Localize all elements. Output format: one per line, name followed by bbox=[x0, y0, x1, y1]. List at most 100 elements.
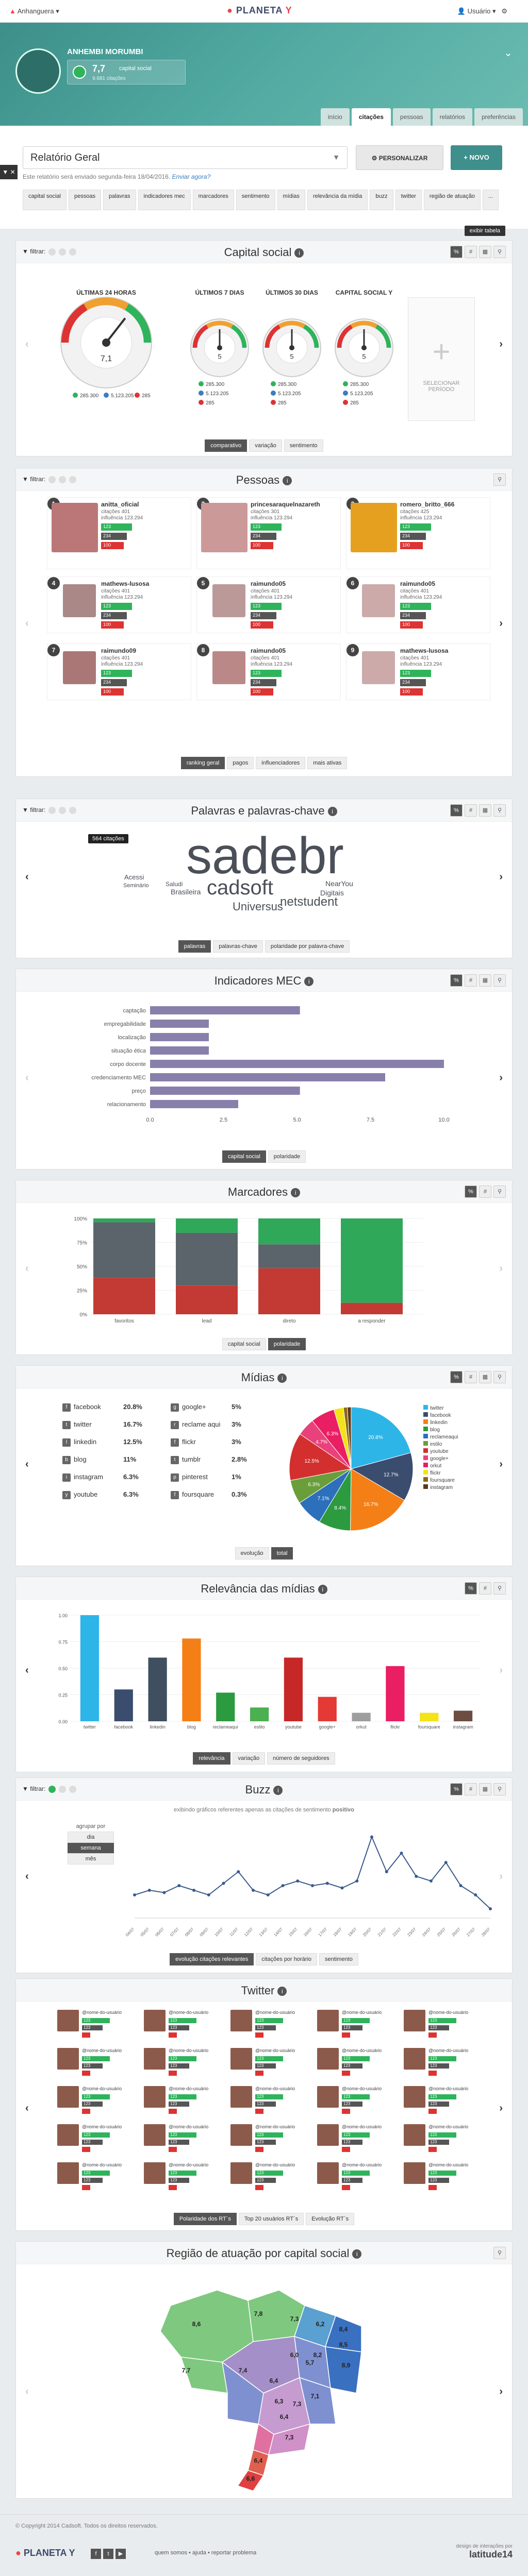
twitter-user-name[interactable]: @nome-do-usuário bbox=[428, 2124, 468, 2129]
prev-arrow-icon[interactable]: ‹ bbox=[25, 1459, 29, 1470]
person-name[interactable]: raimundo05 bbox=[251, 580, 286, 587]
next-arrow-icon[interactable]: › bbox=[499, 618, 503, 630]
twitter-user-card[interactable]: @nome-do-usuário 123 123 bbox=[144, 2162, 232, 2191]
twitter-user-card[interactable]: @nome-do-usuário 123 123 bbox=[404, 2048, 491, 2077]
info-icon[interactable]: i bbox=[277, 1374, 287, 1383]
midia-row[interactable]: b blog 11% bbox=[62, 1455, 166, 1464]
midia-row[interactable]: i instagram 6.3% bbox=[62, 1473, 166, 1482]
twitter-user-name[interactable]: @nome-do-usuário bbox=[82, 2162, 122, 2167]
settings-icon[interactable]: ⚙ bbox=[501, 7, 507, 15]
search-icon[interactable]: ⚲ bbox=[493, 1371, 506, 1383]
person-name[interactable]: raimundo05 bbox=[400, 580, 435, 587]
percent-icon[interactable]: % bbox=[450, 974, 463, 987]
midia-row[interactable]: l linkedin 12.5% bbox=[62, 1438, 166, 1447]
subtab-palavras-chave[interactable]: palavras-chave bbox=[213, 940, 263, 953]
word-seminario[interactable]: Seminário bbox=[123, 883, 149, 889]
person-card[interactable]: 1anitta_oficialcitações 401influência 12… bbox=[47, 497, 191, 569]
twitter-user-card[interactable]: @nome-do-usuário 123 123 bbox=[230, 2086, 318, 2115]
percent-icon[interactable]: % bbox=[465, 1582, 477, 1595]
grid-icon[interactable]: ▦ bbox=[479, 804, 491, 817]
footer-links[interactable]: quem somos • ajuda • reportar problema bbox=[155, 2550, 256, 2556]
next-arrow-icon[interactable]: › bbox=[499, 2103, 503, 2114]
twitter-user-name[interactable]: @nome-do-usuário bbox=[169, 2010, 208, 2015]
person-card[interactable]: 5 raimundo05 citações 401 influência 123.29… bbox=[196, 577, 341, 633]
midia-row[interactable]: f facebook 20.8% bbox=[62, 1403, 166, 1412]
next-arrow-icon[interactable]: › bbox=[499, 871, 503, 883]
midia-row[interactable]: r reclame aqui 3% bbox=[171, 1420, 274, 1429]
subtab-sentimento[interactable]: sentimento bbox=[284, 439, 323, 452]
twitter-user-card[interactable]: @nome-do-usuário 123 123 bbox=[404, 2010, 491, 2039]
tab-citacoes[interactable]: citações bbox=[351, 108, 391, 126]
word-brasileira[interactable]: Brasileira bbox=[171, 888, 201, 896]
tab-relatorios[interactable]: relatórios bbox=[432, 108, 472, 126]
prev-arrow-icon[interactable]: ‹ bbox=[25, 871, 29, 883]
group-by-dia[interactable]: dia bbox=[68, 1832, 114, 1843]
twitter-user-card[interactable]: @nome-do-usuário 123 123 bbox=[317, 2124, 405, 2153]
section-tab-8[interactable]: buzz bbox=[370, 190, 393, 210]
twitter-user-card[interactable]: @nome-do-usuário 123 123 bbox=[230, 2124, 318, 2153]
subtab-variacao[interactable]: variação bbox=[249, 439, 282, 452]
word-netstudent[interactable]: netstudent bbox=[280, 895, 338, 909]
person-card[interactable]: 8 raimundo05 citações 401 influência 123.29… bbox=[196, 643, 341, 700]
org-selector[interactable]: ▲ Anhanguera ▾ bbox=[9, 7, 59, 15]
tab-preferencias[interactable]: preferências bbox=[474, 108, 523, 126]
prev-arrow-icon[interactable]: ‹ bbox=[25, 618, 29, 630]
twitter-user-name[interactable]: @nome-do-usuário bbox=[255, 2086, 295, 2091]
tab-pessoas[interactable]: pessoas bbox=[392, 108, 431, 126]
tab-inicio[interactable]: início bbox=[320, 108, 350, 126]
twitter-user-card[interactable]: @nome-do-usuário 123 123 bbox=[144, 2124, 232, 2153]
twitter-user-name[interactable]: @nome-do-usuário bbox=[428, 2048, 468, 2053]
footer-logo[interactable]: ● PLANETA Y bbox=[15, 2548, 75, 2558]
twitter-user-card[interactable]: @nome-do-usuário 123 123 bbox=[57, 2162, 145, 2191]
next-arrow-icon[interactable]: › bbox=[499, 2386, 503, 2398]
twitter-user-name[interactable]: @nome-do-usuário bbox=[342, 2048, 382, 2053]
word-universus[interactable]: Universus bbox=[233, 900, 283, 913]
subtab-variacao[interactable]: variação bbox=[232, 1752, 266, 1765]
twitter-user-card[interactable]: @nome-do-usuário 123 123 bbox=[317, 2162, 405, 2191]
section-tab-1[interactable]: pessoas bbox=[68, 190, 101, 210]
subtab-capital-social[interactable]: capital social bbox=[222, 1150, 266, 1163]
grid-icon[interactable]: ▦ bbox=[479, 1783, 491, 1795]
midia-row[interactable]: y youtube 6.3% bbox=[62, 1490, 166, 1499]
section-tab-4[interactable]: marcadores bbox=[192, 190, 234, 210]
twitter-user-name[interactable]: @nome-do-usuário bbox=[342, 2124, 382, 2129]
info-icon[interactable]: i bbox=[291, 1188, 301, 1198]
group-by-mes[interactable]: mês bbox=[68, 1853, 114, 1865]
subtab-capital-social[interactable]: capital social bbox=[222, 1338, 266, 1350]
hash-icon[interactable]: # bbox=[465, 974, 477, 987]
chevron-down-icon[interactable]: ⌄ bbox=[504, 46, 513, 59]
novo-button[interactable]: + NOVO bbox=[451, 145, 502, 170]
personalizar-button[interactable]: ⚙ PERSONALIZAR bbox=[356, 145, 443, 170]
twitter-user-card[interactable]: @nome-do-usuário 123 123 bbox=[317, 2048, 405, 2077]
person-card[interactable]: 7 raimundo09 citações 401 influência 123.29… bbox=[47, 643, 191, 700]
twitter-user-name[interactable]: @nome-do-usuário bbox=[169, 2162, 208, 2167]
search-icon[interactable]: ⚲ bbox=[493, 804, 506, 817]
twitter-user-card[interactable]: @nome-do-usuário 123 123 bbox=[317, 2010, 405, 2039]
grid-icon[interactable]: ▦ bbox=[479, 246, 491, 258]
info-icon[interactable]: i bbox=[277, 1987, 287, 1996]
subtab-evolucao-rt[interactable]: Evolução RT´s bbox=[306, 2213, 355, 2225]
twitter-user-name[interactable]: @nome-do-usuário bbox=[428, 2162, 468, 2167]
subtab-evolucao[interactable]: evolução bbox=[235, 1547, 269, 1560]
twitter-user-card[interactable]: @nome-do-usuário 123 123 bbox=[317, 2086, 405, 2115]
section-tab-10[interactable]: região de atuação bbox=[423, 190, 481, 210]
twitter-user-card[interactable]: @nome-do-usuário 123 123 bbox=[144, 2048, 232, 2077]
percent-icon[interactable]: % bbox=[450, 1371, 463, 1383]
info-icon[interactable]: i bbox=[318, 1585, 327, 1595]
search-icon[interactable]: ⚲ bbox=[493, 1582, 506, 1595]
next-arrow-icon[interactable]: › bbox=[499, 1459, 503, 1470]
prev-arrow-icon[interactable]: ‹ bbox=[25, 2103, 29, 2114]
person-name[interactable]: raimundo05 bbox=[251, 647, 286, 654]
twitter-user-name[interactable]: @nome-do-usuário bbox=[255, 2162, 295, 2167]
exibir-tabela-button[interactable]: exibir tabela bbox=[464, 226, 505, 236]
subtab-top20[interactable]: Top 20 usuários RT´s bbox=[238, 2213, 304, 2225]
facebook-icon[interactable]: f bbox=[91, 2549, 101, 2559]
latitude14-logo[interactable]: latitude14 bbox=[456, 2549, 513, 2560]
twitter-user-card[interactable]: @nome-do-usuário 123 123 bbox=[230, 2048, 318, 2077]
twitter-user-name[interactable]: @nome-do-usuário bbox=[255, 2124, 295, 2129]
subtab-evolucao[interactable]: evolução citações relevantes bbox=[170, 1953, 254, 1965]
grid-icon[interactable]: ▦ bbox=[479, 974, 491, 987]
word-digitais[interactable]: Digitais bbox=[320, 889, 344, 897]
search-icon[interactable]: ⚲ bbox=[493, 974, 506, 987]
hash-icon[interactable]: # bbox=[465, 1371, 477, 1383]
